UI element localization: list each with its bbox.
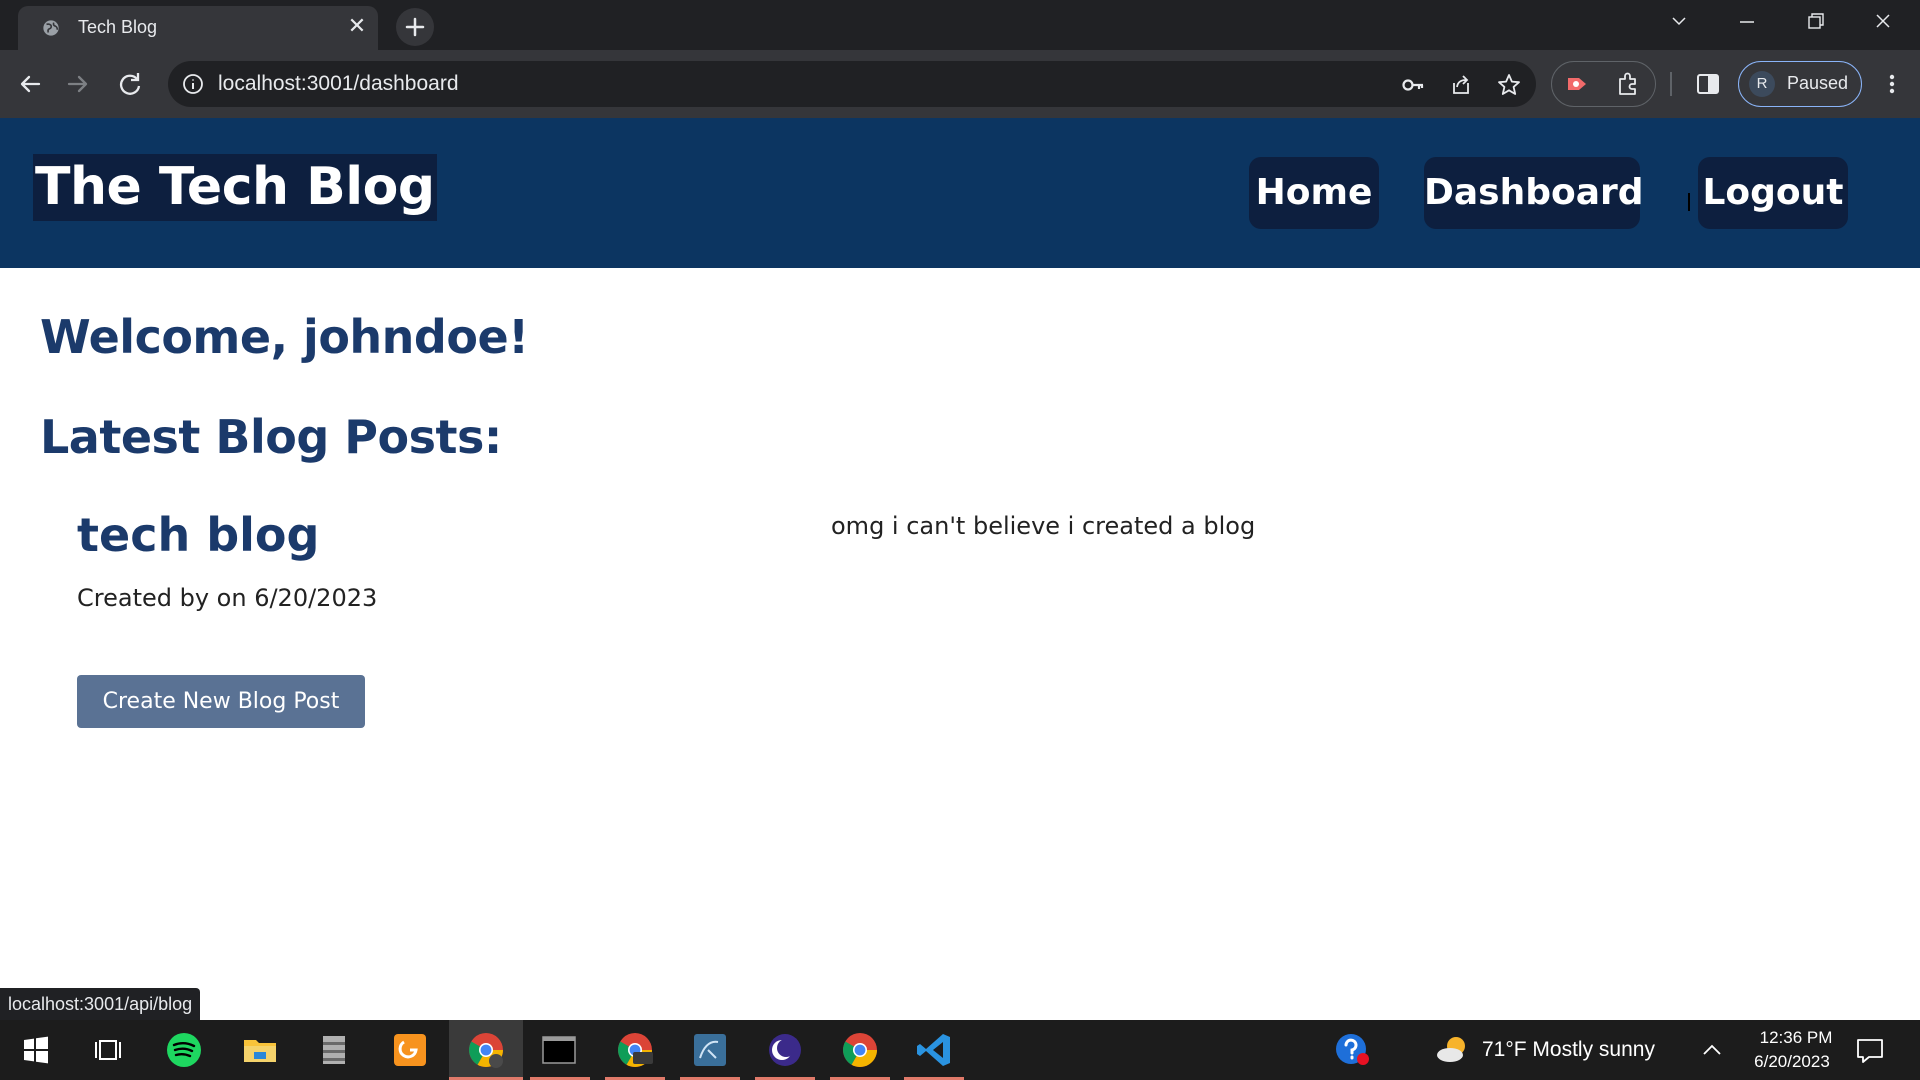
archive-app-icon[interactable] [312, 1028, 356, 1072]
key-icon[interactable] [1400, 72, 1426, 98]
site-header: The Tech Blog Home Dashboard Logout [0, 118, 1920, 268]
weather-text[interactable]: 71°F Mostly sunny [1482, 1038, 1655, 1062]
tab-title: Tech Blog [78, 17, 158, 37]
site-brand[interactable]: The Tech Blog [33, 154, 437, 221]
post-title[interactable]: tech blog [77, 508, 319, 562]
windows-taskbar: 71°F Mostly sunny 12:36 PM 6/20/2023 [0, 1020, 1920, 1080]
file-explorer-icon[interactable] [238, 1028, 282, 1072]
welcome-heading: Welcome, johndoe! [40, 310, 529, 364]
browser-tab-strip: Tech Blog ✕ [0, 0, 1920, 50]
spotify-icon[interactable] [162, 1028, 206, 1072]
nav-logout-button[interactable]: Logout [1698, 157, 1848, 229]
create-post-button[interactable]: Create New Blog Post [77, 675, 365, 728]
eclipse-app-icon[interactable] [763, 1028, 807, 1072]
browser-toolbar: localhost:3001/dashboard R Paused [0, 50, 1920, 118]
extensions-group [1551, 61, 1656, 107]
help-icon[interactable] [1330, 1028, 1374, 1072]
mysql-workbench-icon[interactable] [688, 1028, 732, 1072]
extensions-puzzle-icon[interactable] [1614, 70, 1642, 98]
site-info-icon[interactable] [182, 73, 204, 95]
new-tab-button[interactable] [396, 8, 434, 46]
back-arrow-icon[interactable] [12, 66, 48, 102]
weather-partly-sunny-icon[interactable] [1432, 1028, 1476, 1072]
status-bar-url: localhost:3001/api/blog [0, 988, 201, 1020]
reload-icon[interactable] [112, 66, 148, 102]
chrome-icon[interactable] [838, 1028, 882, 1072]
avatar: R [1749, 71, 1775, 97]
windows-start-icon[interactable] [14, 1028, 58, 1072]
chevron-up-icon[interactable] [1690, 1028, 1734, 1072]
nav-divider [1688, 193, 1690, 211]
profile-status: Paused [1787, 73, 1849, 93]
address-bar-url: localhost:3001/dashboard [218, 72, 459, 95]
side-panel-icon[interactable] [1694, 70, 1722, 98]
terminal-icon[interactable] [537, 1028, 581, 1072]
browser-tab[interactable]: Tech Blog ✕ [18, 6, 378, 50]
latest-posts-heading: Latest Blog Posts: [40, 410, 502, 464]
close-window-icon[interactable] [1850, 0, 1916, 46]
bookmark-star-icon[interactable] [1496, 72, 1522, 98]
vscode-icon[interactable] [912, 1028, 956, 1072]
globe-icon [43, 20, 59, 36]
task-view-icon[interactable] [86, 1028, 130, 1072]
chrome-dev-icon[interactable] [613, 1028, 657, 1072]
post-meta: Created by on 6/20/2023 [77, 584, 378, 612]
more-menu-icon[interactable] [1878, 70, 1906, 98]
notifications-icon[interactable] [1848, 1028, 1892, 1072]
forward-arrow-icon[interactable] [60, 66, 96, 102]
tab-search-icon[interactable] [1646, 0, 1712, 46]
screen-recorder-extension-icon[interactable] [1564, 70, 1592, 98]
nav-dashboard-button[interactable]: Dashboard [1424, 157, 1644, 229]
close-tab-icon[interactable]: ✕ [344, 14, 370, 40]
nav-home-button[interactable]: Home [1249, 157, 1379, 229]
chrome-profile-icon[interactable] [464, 1028, 508, 1072]
address-bar[interactable]: localhost:3001/dashboard [168, 61, 1536, 107]
profile-button[interactable]: R Paused [1738, 61, 1862, 107]
pdf-app-icon[interactable] [388, 1028, 432, 1072]
share-icon[interactable] [1448, 72, 1474, 98]
clock-date[interactable]: 6/20/2023 [1742, 1052, 1842, 1072]
restore-icon[interactable] [1782, 0, 1848, 46]
plus-icon [405, 17, 425, 37]
toolbar-divider [1670, 72, 1672, 96]
clock-time[interactable]: 12:36 PM [1750, 1028, 1842, 1048]
post-content: omg i can't believe i created a blog [831, 512, 1256, 540]
minimize-icon[interactable] [1714, 0, 1780, 46]
